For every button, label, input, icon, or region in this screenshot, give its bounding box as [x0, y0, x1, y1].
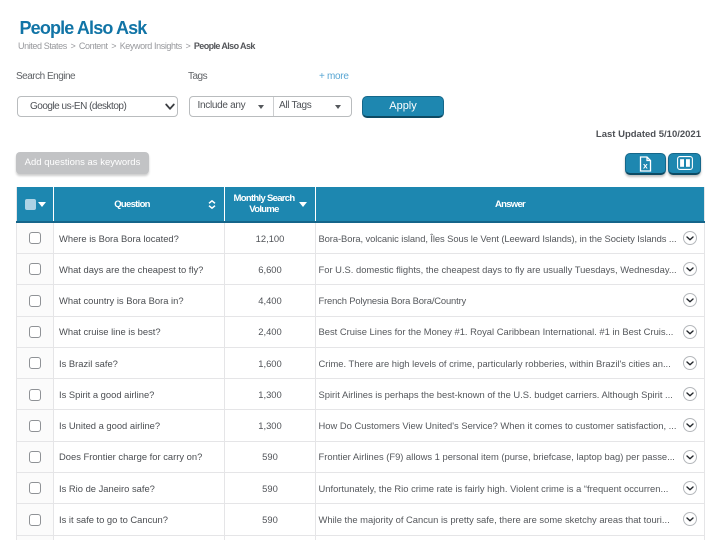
- svg-text:x: x: [643, 161, 648, 171]
